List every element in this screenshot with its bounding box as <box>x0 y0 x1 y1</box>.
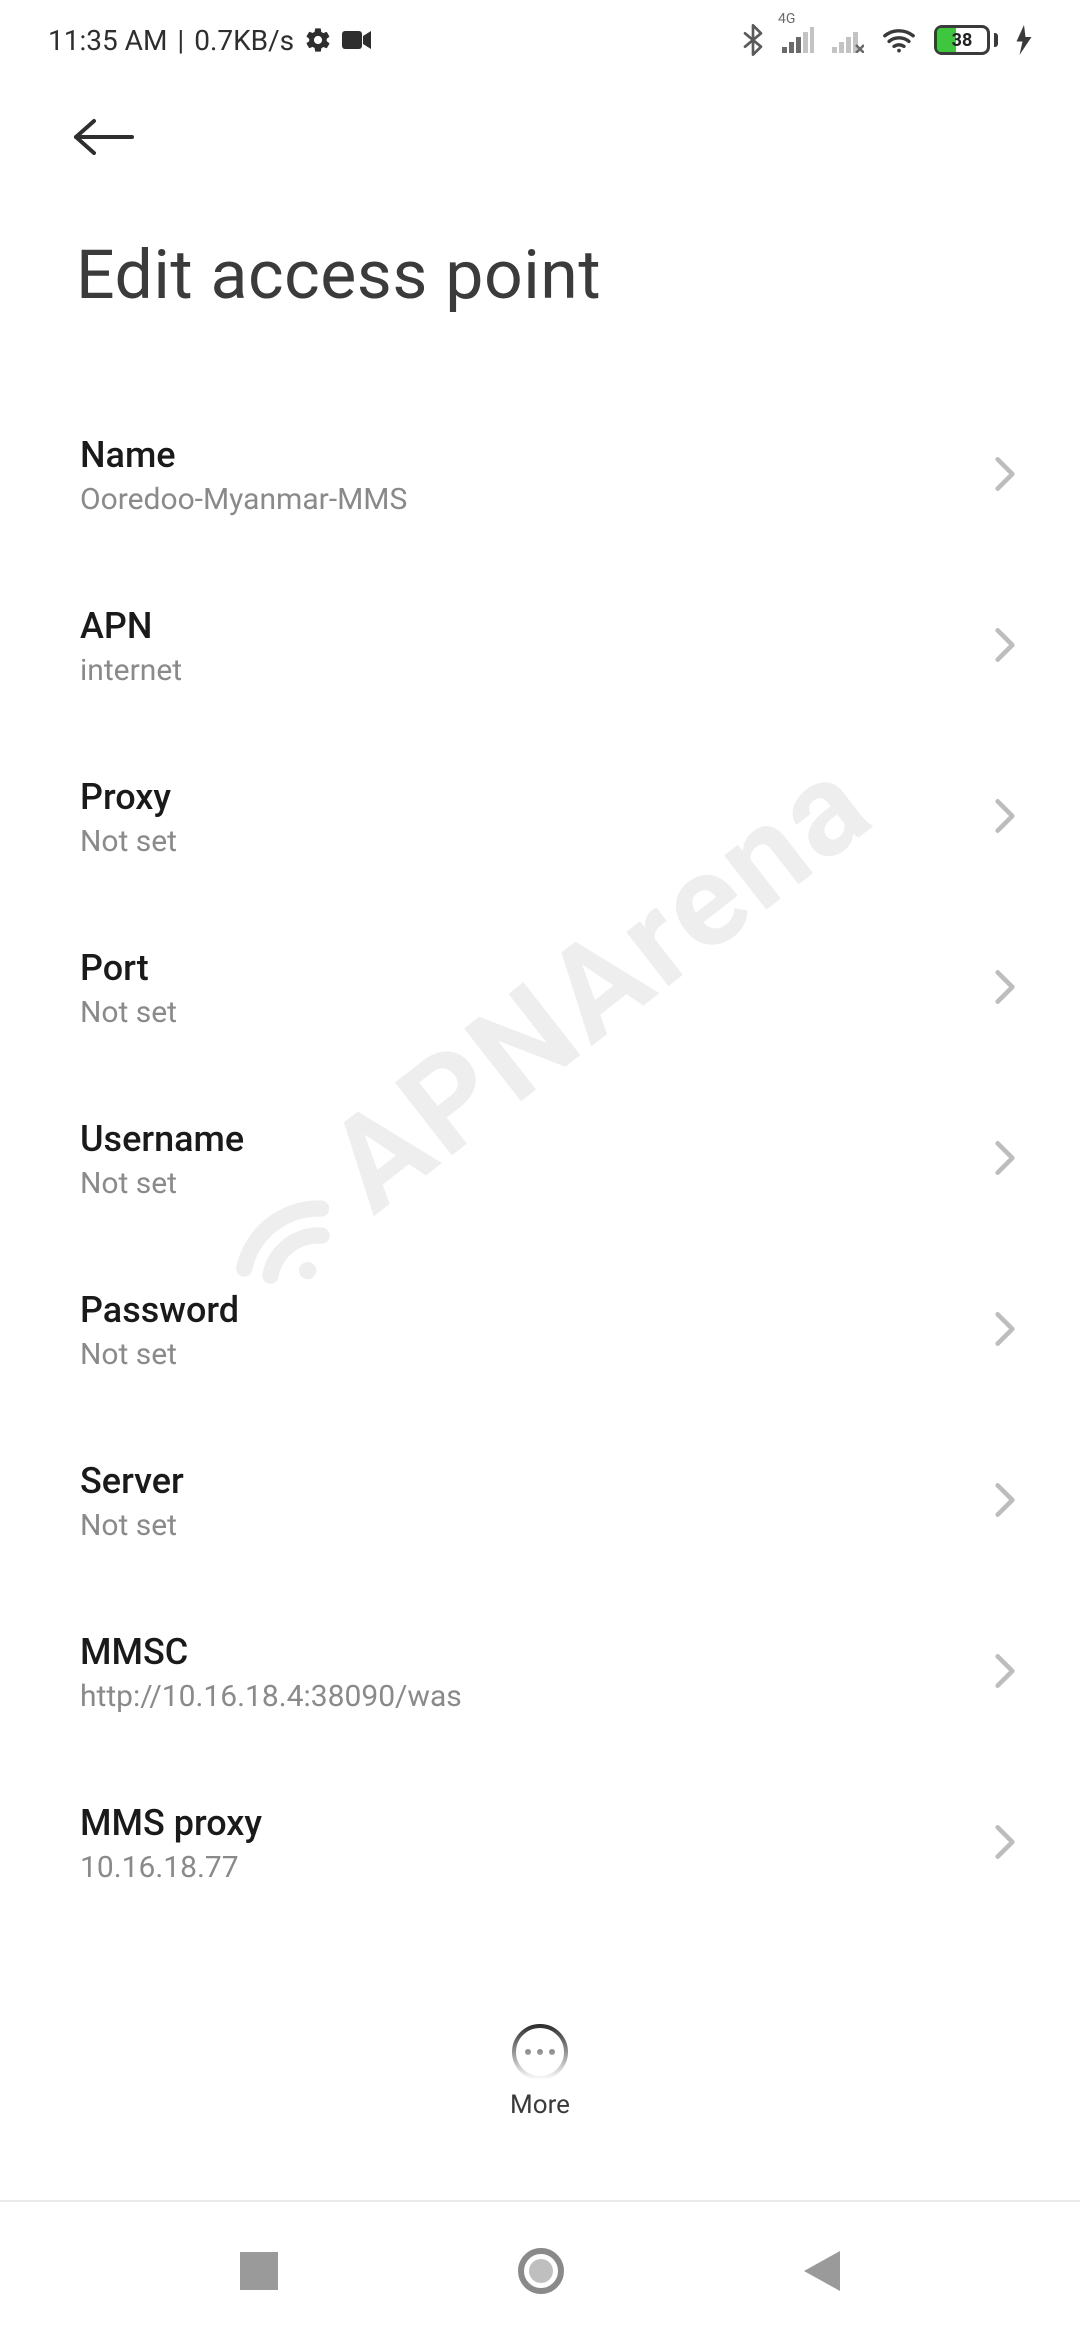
setting-row-mms-proxy[interactable]: MMS proxy 10.16.18.77 <box>0 1758 1080 1929</box>
setting-value-mmsc: http://10.16.18.4:38090/was <box>80 1679 462 1714</box>
signal-4g-icon: 4G <box>782 27 814 53</box>
setting-value-password: Not set <box>80 1337 239 1372</box>
more-button[interactable]: More <box>0 2024 1080 2120</box>
chevron-right-icon <box>994 1481 1016 1523</box>
setting-text: Name Ooredoo-Myanmar-MMS <box>80 434 407 517</box>
setting-text: Server Not set <box>80 1460 184 1543</box>
back-button[interactable] <box>70 115 136 163</box>
camera-icon <box>342 29 372 51</box>
setting-text: MMS proxy 10.16.18.77 <box>80 1802 262 1885</box>
setting-row-apn[interactable]: APN internet <box>0 561 1080 732</box>
chevron-right-icon <box>994 626 1016 668</box>
setting-text: Port Not set <box>80 947 177 1030</box>
arrow-left-icon <box>70 115 136 159</box>
setting-text: Password Not set <box>80 1289 239 1372</box>
status-speed: 0.7KB/s <box>194 24 294 57</box>
setting-value-username: Not set <box>80 1166 244 1201</box>
nav-home-button[interactable] <box>517 2247 565 2295</box>
signal-sim2-icon <box>832 27 864 53</box>
setting-value-proxy: Not set <box>80 824 177 859</box>
status-sep: | <box>177 24 184 57</box>
setting-row-password[interactable]: Password Not set <box>0 1245 1080 1416</box>
setting-text: Username Not set <box>80 1118 244 1201</box>
more-icon <box>512 2024 568 2080</box>
setting-label-proxy: Proxy <box>80 776 177 818</box>
setting-value-name: Ooredoo-Myanmar-MMS <box>80 482 407 517</box>
setting-text: MMSC http://10.16.18.4:38090/was <box>80 1631 462 1714</box>
wifi-icon <box>882 27 916 53</box>
bluetooth-icon <box>742 24 764 56</box>
setting-value-mms-proxy: 10.16.18.77 <box>80 1850 262 1885</box>
setting-label-username: Username <box>80 1118 244 1160</box>
nav-back-button[interactable] <box>804 2251 840 2291</box>
setting-value-apn: internet <box>80 653 182 688</box>
setting-text: Proxy Not set <box>80 776 177 859</box>
chevron-right-icon <box>994 1652 1016 1694</box>
setting-row-username[interactable]: Username Not set <box>0 1074 1080 1245</box>
chevron-right-icon <box>994 455 1016 497</box>
setting-label-apn: APN <box>80 605 182 647</box>
chevron-right-icon <box>994 1310 1016 1352</box>
setting-label-name: Name <box>80 434 407 476</box>
chevron-right-icon <box>994 1139 1016 1181</box>
battery-indicator: 38 <box>934 25 998 55</box>
status-time: 11:35 AM <box>48 24 167 57</box>
system-nav-bar <box>0 2200 1080 2340</box>
charging-icon <box>1016 25 1032 55</box>
battery-nub <box>994 33 998 47</box>
setting-label-mms-proxy: MMS proxy <box>80 1802 262 1844</box>
setting-row-proxy[interactable]: Proxy Not set <box>0 732 1080 903</box>
chevron-right-icon <box>994 797 1016 839</box>
setting-row-mmsc[interactable]: MMSC http://10.16.18.4:38090/was <box>0 1587 1080 1758</box>
status-bar: 11:35 AM | 0.7KB/s 4G 38 <box>0 0 1080 80</box>
status-right: 4G 38 <box>742 24 1032 56</box>
gear-icon <box>304 26 332 54</box>
setting-row-server[interactable]: Server Not set <box>0 1416 1080 1587</box>
page-title: Edit access point <box>76 235 601 315</box>
network-label: 4G <box>778 11 795 27</box>
setting-value-server: Not set <box>80 1508 184 1543</box>
chevron-right-icon <box>994 1823 1016 1865</box>
battery-text: 38 <box>937 30 987 51</box>
setting-label-mmsc: MMSC <box>80 1631 462 1673</box>
setting-label-server: Server <box>80 1460 184 1502</box>
setting-row-port[interactable]: Port Not set <box>0 903 1080 1074</box>
apn-settings-list: Name Ooredoo-Myanmar-MMS APN internet Proxy N… <box>0 390 1080 2080</box>
setting-text: APN internet <box>80 605 182 688</box>
setting-value-port: Not set <box>80 995 177 1030</box>
setting-label-port: Port <box>80 947 177 989</box>
setting-row-name[interactable]: Name Ooredoo-Myanmar-MMS <box>0 390 1080 561</box>
chevron-right-icon <box>994 968 1016 1010</box>
more-label: More <box>510 2090 570 2120</box>
status-left: 11:35 AM | 0.7KB/s <box>48 24 372 57</box>
nav-recents-button[interactable] <box>240 2252 278 2290</box>
setting-label-password: Password <box>80 1289 239 1331</box>
